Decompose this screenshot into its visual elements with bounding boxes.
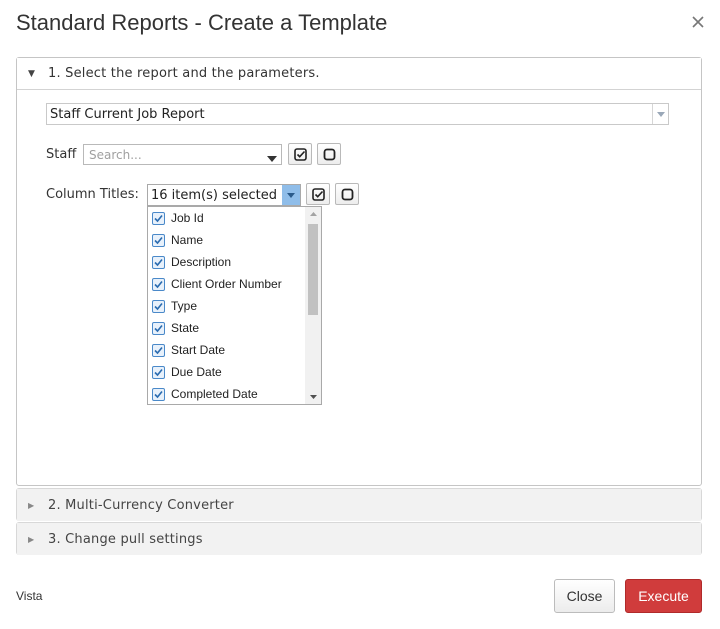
section-multi-currency: ▶ 2. Multi-Currency Converter [16,488,702,521]
close-button[interactable]: Close [554,579,615,613]
list-item-label: State [171,321,200,335]
staff-search-input[interactable]: Search... [83,144,282,165]
report-select-value: Staff Current Job Report [50,106,205,122]
list-item[interactable]: Start Date [148,339,306,361]
scrollbar-thumb[interactable] [308,224,318,315]
triangle-down-icon: ▼ [28,68,35,79]
list-item-label: Due Date [171,365,222,379]
execute-button[interactable]: Execute [625,579,702,613]
close-icon[interactable] [690,14,706,30]
list-item-label: Description [171,255,232,269]
column-titles-select[interactable]: 16 item(s) selected [147,184,301,206]
staff-placeholder: Search... [89,147,142,162]
section-header-pull-settings[interactable]: ▶ 3. Change pull settings [17,523,701,555]
list-item-label: Client Order Number [171,277,282,291]
section-title: 2. Multi-Currency Converter [48,497,234,513]
staff-deselect-all-button[interactable] [317,143,341,165]
section-title: 1. Select the report and the parameters. [48,66,320,81]
list-item[interactable]: State [148,317,306,339]
check-icon [154,346,163,354]
list-item[interactable]: Type [148,295,306,317]
checkbox[interactable] [152,387,165,401]
check-icon [154,368,163,376]
list-item[interactable]: Name [148,229,306,251]
section-pull-settings: ▶ 3. Change pull settings [16,522,702,555]
check-icon [154,390,163,398]
checkbox[interactable] [152,211,165,225]
triangle-right-icon: ▶ [28,534,35,544]
dialog-title: Standard Reports - Create a Template [16,10,388,35]
columns-deselect-all-button[interactable] [335,183,359,205]
square-icon [341,188,353,200]
chevron-down-icon[interactable] [652,104,668,124]
chevron-down-icon[interactable] [267,151,277,165]
square-icon [323,148,335,160]
scroll-down-icon[interactable] [305,390,321,404]
column-titles-summary: 16 item(s) selected [151,187,277,203]
checkbox[interactable] [152,255,165,269]
list-item-label: Completed Date [171,387,258,401]
list-item[interactable]: Due Date [148,361,306,383]
column-titles-label: Column Titles: [46,187,139,202]
list-item[interactable]: Client Order Number [148,273,306,295]
list-item-label: Start Date [171,343,226,357]
list-item[interactable]: Description [148,251,306,273]
checkbox[interactable] [152,299,165,313]
check-icon [154,214,163,222]
section-report-parameters: ▼ 1. Select the report and the parameter… [16,57,702,486]
section-header-multi-currency[interactable]: ▶ 2. Multi-Currency Converter [17,489,701,521]
checkbox[interactable] [152,233,165,247]
list-scrollbar[interactable] [305,207,321,404]
staff-label: Staff [46,147,77,162]
check-icon [154,324,163,332]
checkbox[interactable] [152,343,165,357]
section-header-report-parameters[interactable]: ▼ 1. Select the report and the parameter… [17,58,701,90]
check-square-icon [293,147,307,161]
list-item-label: Name [171,233,204,247]
checkbox[interactable] [152,321,165,335]
scroll-up-icon[interactable] [305,207,321,221]
checkbox[interactable] [152,277,165,291]
check-icon [154,302,163,310]
footer-label: Vista [16,589,43,603]
column-titles-list: Job Id Name Description Client Order Num… [147,206,322,405]
check-icon [154,280,163,288]
list-item-label: Type [171,299,198,313]
columns-select-all-button[interactable] [306,183,330,205]
list-item-label: Job Id [171,211,204,225]
checkbox[interactable] [152,365,165,379]
staff-select-all-button[interactable] [288,143,312,165]
check-square-icon [311,187,325,201]
list-item[interactable]: Completed Date [148,383,306,404]
report-select[interactable]: Staff Current Job Report [46,103,669,125]
triangle-right-icon: ▶ [28,500,35,510]
check-icon [154,258,163,266]
section-title: 3. Change pull settings [48,531,203,547]
check-icon [154,236,163,244]
list-item[interactable]: Job Id [148,207,306,229]
chevron-down-icon[interactable] [282,185,300,205]
